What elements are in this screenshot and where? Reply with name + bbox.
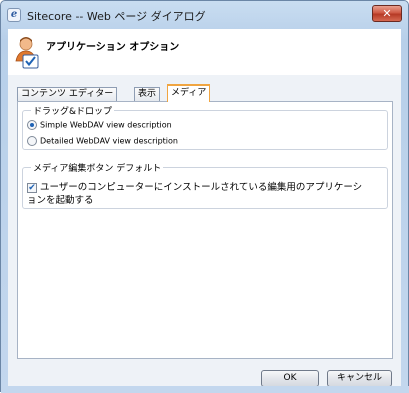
- radio-simple-label: Simple WebDAV view description: [40, 120, 172, 130]
- launch-editor-label-line2: ョンを起動する: [27, 195, 94, 206]
- ok-button[interactable]: OK: [261, 370, 319, 387]
- window-title: Sitecore -- Web ページ ダイアログ: [27, 10, 206, 23]
- tab-content-editor[interactable]: コンテンツ エディター: [17, 87, 118, 102]
- radio-detailed-label: Detailed WebDAV view description: [40, 136, 178, 146]
- launch-editor-label-line1: ユーザーのコンピューターにインストールされている編集用のアプリケーシ: [40, 182, 363, 193]
- tab-display[interactable]: 表示: [134, 87, 161, 102]
- launch-editor-checkbox[interactable]: ✔: [27, 183, 37, 193]
- tab-media[interactable]: メディア: [167, 84, 211, 102]
- media-edit-group: メディア編集ボタン デフォルト ✔ ユーザーのコンピューターにインストールされて…: [22, 161, 388, 209]
- radio-button-selected[interactable]: [27, 120, 37, 130]
- media-tab-panel: ドラッグ&ドロップ Simple WebDAV view description…: [17, 101, 393, 359]
- media-edit-legend: メディア編集ボタン デフォルト: [31, 161, 164, 174]
- radio-simple-webdav[interactable]: Simple WebDAV view description: [27, 120, 172, 134]
- dialog-window: e Sitecore -- Web ページ ダイアログ ✕ アプリケーション オ…: [0, 0, 409, 393]
- launch-editor-label: ユーザーのコンピューターにインストールされている編集用のアプリケーシ ョンを起動…: [27, 181, 385, 207]
- cancel-button[interactable]: キャンセル: [327, 370, 392, 387]
- user-settings-icon: [15, 37, 39, 69]
- close-button[interactable]: ✕: [372, 5, 402, 22]
- browser-app-icon: e: [7, 8, 21, 22]
- radio-button-unselected[interactable]: [27, 136, 37, 146]
- title-bar[interactable]: e Sitecore -- Web ページ ダイアログ ✕: [1, 1, 408, 29]
- dialog-content: コンテンツ エディター 表示 メディア ドラッグ&ドロップ Simple Web…: [8, 75, 401, 387]
- dialog-header: アプリケーション オプション: [8, 29, 401, 75]
- drag-drop-group: ドラッグ&ドロップ Simple WebDAV view description…: [22, 104, 388, 150]
- dialog-heading: アプリケーション オプション: [46, 42, 180, 53]
- drag-drop-legend: ドラッグ&ドロップ: [31, 104, 115, 117]
- radio-detailed-webdav[interactable]: Detailed WebDAV view description: [27, 136, 178, 150]
